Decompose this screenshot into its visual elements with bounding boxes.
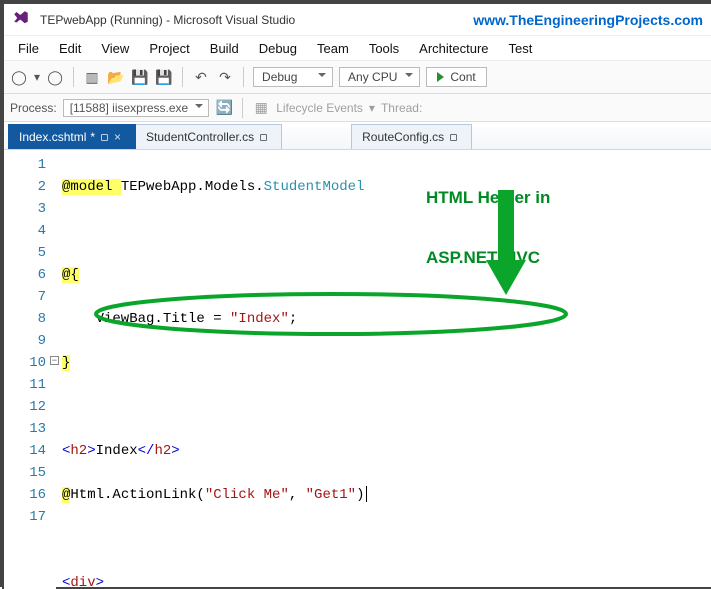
menu-architecture[interactable]: Architecture — [409, 39, 498, 58]
refresh-icon[interactable]: 🔄 — [215, 99, 233, 117]
toolbar-separator — [73, 67, 74, 87]
nav-back-chevron-icon[interactable]: ▾ — [34, 70, 40, 84]
menu-view[interactable]: View — [91, 39, 139, 58]
lifecycle-chevron-icon: ▾ — [369, 101, 375, 115]
continue-label: Cont — [450, 70, 475, 84]
menubar: File Edit View Project Build Debug Team … — [4, 36, 711, 60]
menu-build[interactable]: Build — [200, 39, 249, 58]
nav-forward-icon[interactable]: ◯ — [46, 68, 64, 86]
tab-label: Index.cshtml — [19, 130, 86, 144]
watermark-url: www.TheEngineeringProjects.com — [473, 12, 703, 28]
code-editor[interactable]: 1234567891011121314151617 − @model TEPwe… — [4, 150, 711, 589]
menu-debug[interactable]: Debug — [249, 39, 307, 58]
tab-routeconfig[interactable]: RouteConfig.cs — [351, 124, 472, 149]
menu-tools[interactable]: Tools — [359, 39, 409, 58]
tab-dirty-indicator: * — [90, 130, 95, 144]
line-number-gutter: 1234567891011121314151617 — [4, 150, 56, 589]
close-icon[interactable]: × — [114, 130, 121, 144]
solution-platform-dropdown[interactable]: Any CPU — [339, 67, 420, 87]
process-dropdown[interactable]: [11588] iisexpress.exe — [63, 99, 210, 117]
tab-studentcontroller[interactable]: StudentController.cs — [135, 124, 282, 149]
pin-icon[interactable] — [450, 134, 457, 141]
new-file-icon[interactable]: ▥ — [83, 68, 101, 86]
open-file-icon[interactable]: 📂 — [107, 68, 125, 86]
lifecycle-events-label: Lifecycle Events — [276, 101, 363, 115]
toolbar-separator — [242, 98, 243, 118]
toolbar-separator — [243, 67, 244, 87]
lifecycle-icon: ▦ — [252, 99, 270, 117]
tab-index-cshtml[interactable]: Index.cshtml * × — [8, 124, 136, 149]
tab-label: StudentController.cs — [146, 130, 254, 144]
solution-config-dropdown[interactable]: Debug — [253, 67, 333, 87]
save-all-icon[interactable]: 💾 — [155, 68, 173, 86]
continue-button[interactable]: Cont — [426, 67, 486, 87]
toolbar-separator — [182, 67, 183, 87]
redo-icon[interactable]: ↷ — [216, 68, 234, 86]
window-title: TEPwebApp (Running) - Microsoft Visual S… — [40, 13, 295, 27]
menu-file[interactable]: File — [8, 39, 49, 58]
menu-test[interactable]: Test — [499, 39, 543, 58]
play-icon — [437, 72, 444, 82]
tab-label: RouteConfig.cs — [362, 130, 444, 144]
undo-icon[interactable]: ↶ — [192, 68, 210, 86]
menu-team[interactable]: Team — [307, 39, 359, 58]
pin-icon[interactable] — [101, 134, 108, 141]
menu-edit[interactable]: Edit — [49, 39, 91, 58]
save-icon[interactable]: 💾 — [131, 68, 149, 86]
code-content[interactable]: @model TEPwebApp.Models.StudentModel @{ … — [56, 150, 711, 589]
thread-label: Thread: — [381, 101, 422, 115]
vs-logo-icon — [12, 9, 30, 30]
process-label: Process: — [10, 101, 57, 115]
annotation-label: HTML Helper in ASP.NET MVC — [426, 148, 550, 308]
text-cursor — [366, 486, 367, 502]
menu-project[interactable]: Project — [139, 39, 199, 58]
pin-icon[interactable] — [260, 134, 267, 141]
nav-back-icon[interactable]: ◯ — [10, 68, 28, 86]
